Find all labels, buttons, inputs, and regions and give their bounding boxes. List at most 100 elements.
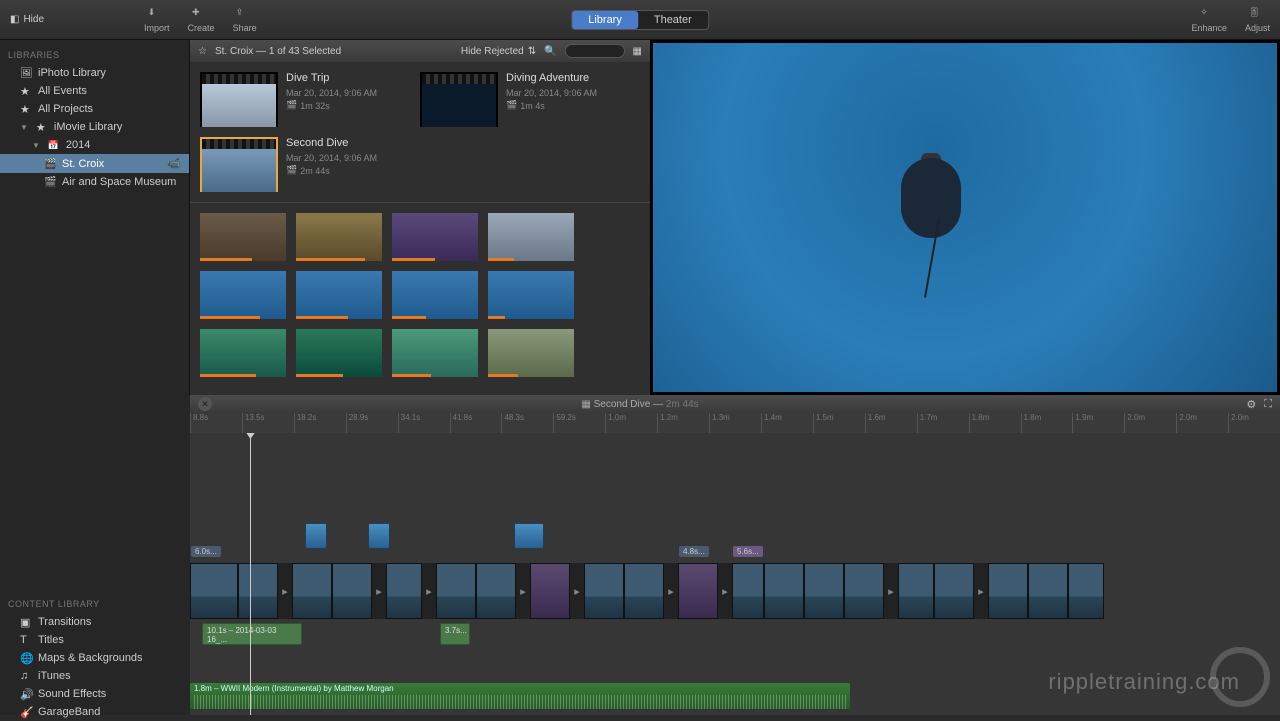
transition[interactable]: ▸ — [884, 563, 898, 619]
clip-duration-chip: 5.6s... — [733, 546, 763, 557]
video-clip[interactable] — [988, 563, 1028, 619]
sidebar-item-all-projects[interactable]: All Projects — [0, 100, 189, 118]
project-thumbnail[interactable] — [200, 137, 278, 192]
search-input[interactable] — [565, 44, 625, 58]
video-clip[interactable] — [584, 563, 624, 619]
clip-thumbnail[interactable] — [200, 271, 286, 319]
video-clip[interactable] — [238, 563, 278, 619]
timeline-ruler[interactable]: 8.8s13.5s18.2s28.9s34.1s41.8s48.3s59.2s1… — [190, 413, 1280, 433]
clip-thumbnail[interactable] — [392, 329, 478, 377]
ruler-tick: 18.2s — [294, 413, 346, 433]
clip-thumbnail[interactable] — [296, 271, 382, 319]
favorite-icon[interactable]: ☆ — [198, 46, 207, 57]
share-label: Share — [233, 23, 257, 33]
preview-viewer[interactable] — [650, 40, 1280, 395]
transition[interactable]: ▸ — [422, 563, 436, 619]
video-clip[interactable] — [476, 563, 516, 619]
video-clip[interactable] — [898, 563, 934, 619]
timeline-header: ✕ ▦ Second Dive — 2m 44s ⚙ ⛶ — [190, 395, 1280, 413]
project-thumbnail[interactable] — [420, 72, 498, 127]
connected-clip[interactable] — [368, 523, 390, 549]
video-clip[interactable] — [1068, 563, 1104, 619]
transition[interactable]: ▸ — [974, 563, 988, 619]
sidebar-item-museum[interactable]: Air and Space Museum — [0, 173, 189, 191]
project-diving-adventure[interactable]: Diving AdventureMar 20, 2014, 9:06 AM🎬1m… — [420, 72, 630, 127]
clip-thumbnail[interactable] — [488, 271, 574, 319]
title-clip[interactable]: 3.7s... — [440, 623, 470, 645]
video-clip[interactable] — [764, 563, 804, 619]
share-button[interactable]: ⇪ Share — [233, 7, 257, 33]
view-mode-icon[interactable]: ▦ — [633, 46, 642, 57]
title-clip[interactable]: 10.1s – 2014-03-03 16_... — [202, 623, 302, 645]
video-clip[interactable]: 6.0s... — [190, 563, 238, 619]
video-clip[interactable] — [844, 563, 884, 619]
video-clip[interactable]: 5.6s... — [732, 563, 764, 619]
hide-sidebar-button[interactable]: ◧ Hide — [10, 14, 44, 25]
hide-rejected-dropdown[interactable]: Hide Rejected⇅ — [461, 46, 536, 57]
sidebar-item-st-croix[interactable]: St. Croix📹 — [0, 154, 189, 173]
enhance-button[interactable]: ✧ Enhance — [1191, 7, 1227, 33]
project-second-dive[interactable]: Second DiveMar 20, 2014, 9:06 AM🎬2m 44s — [200, 137, 410, 192]
camera-icon: 📹 — [167, 157, 181, 170]
video-clip[interactable] — [292, 563, 332, 619]
museum-label: Air and Space Museum — [62, 176, 176, 188]
connected-clip[interactable] — [305, 523, 327, 549]
clip-thumbnail[interactable] — [296, 213, 382, 261]
video-clip[interactable] — [530, 563, 570, 619]
clip-thumbnail[interactable] — [392, 271, 478, 319]
clip-thumbnail[interactable] — [392, 213, 478, 261]
all-projects-label: All Projects — [38, 103, 93, 115]
transition[interactable]: ▸ — [516, 563, 530, 619]
all-events-label: All Events — [38, 85, 87, 97]
clip-thumbnail[interactable] — [200, 213, 286, 261]
music-clip[interactable]: 1.8m – WWII Modern (Instrumental) by Mat… — [190, 683, 850, 709]
ruler-tick: 2.0m — [1176, 413, 1228, 433]
toolbar-right-group: ✧ Enhance 🎚 Adjust — [1191, 7, 1270, 33]
expand-icon[interactable]: ⛶ — [1264, 398, 1272, 411]
video-clip[interactable] — [436, 563, 476, 619]
content-soundfx[interactable]: 🔊Sound Effects — [0, 685, 190, 703]
adjust-button[interactable]: 🎚 Adjust — [1245, 7, 1270, 33]
content-transitions[interactable]: ▣Transitions — [0, 613, 190, 631]
tab-theater[interactable]: Theater — [638, 11, 708, 29]
transition[interactable]: ▸ — [278, 563, 292, 619]
transition[interactable]: ▸ — [718, 563, 732, 619]
transition[interactable]: ▸ — [372, 563, 386, 619]
transition[interactable]: ▸ — [570, 563, 584, 619]
transitions-icon: ▣ — [20, 616, 32, 628]
connected-clip[interactable] — [514, 523, 544, 549]
sidebar-item-imovie-library[interactable]: ▼iMovie Library — [0, 118, 189, 136]
clip-thumbnail[interactable] — [200, 329, 286, 377]
content-garageband[interactable]: 🎸GarageBand — [0, 703, 190, 721]
video-clip[interactable] — [934, 563, 974, 619]
create-button[interactable]: ✚ Create — [188, 7, 215, 33]
sidebar-item-all-events[interactable]: All Events — [0, 82, 189, 100]
clip-thumbnail[interactable] — [488, 213, 574, 261]
clip-thumbnail[interactable] — [296, 329, 382, 377]
ruler-tick: 2.0m — [1124, 413, 1176, 433]
video-clip[interactable] — [624, 563, 664, 619]
search-icon[interactable]: 🔍 — [544, 46, 556, 57]
content-itunes[interactable]: ♫iTunes — [0, 667, 190, 685]
star-icon — [36, 121, 48, 133]
video-clip[interactable] — [332, 563, 372, 619]
video-clip[interactable]: 4.8s... — [678, 563, 718, 619]
settings-icon[interactable]: ⚙ — [1246, 398, 1256, 411]
project-dive-trip[interactable]: Dive TripMar 20, 2014, 9:06 AM🎬1m 32s — [200, 72, 410, 127]
content-maps[interactable]: 🌐Maps & Backgrounds — [0, 649, 190, 667]
transition[interactable]: ▸ — [664, 563, 678, 619]
playhead[interactable] — [250, 433, 251, 715]
disclosure-triangle-icon[interactable]: ▼ — [20, 123, 28, 132]
disclosure-triangle-icon[interactable]: ▼ — [32, 141, 40, 150]
project-thumbnail[interactable] — [200, 72, 278, 127]
import-button[interactable]: ⬇ Import — [144, 7, 170, 33]
tab-library[interactable]: Library — [572, 11, 638, 29]
video-clip[interactable] — [1028, 563, 1068, 619]
clip-thumbnail[interactable] — [488, 329, 574, 377]
video-clip[interactable] — [386, 563, 422, 619]
close-timeline-button[interactable]: ✕ — [198, 397, 212, 411]
content-titles[interactable]: TTitles — [0, 631, 190, 649]
sidebar-item-2014[interactable]: ▼2014 — [0, 136, 189, 154]
video-clip[interactable] — [804, 563, 844, 619]
sidebar-item-iphoto[interactable]: iPhoto Library — [0, 64, 189, 82]
